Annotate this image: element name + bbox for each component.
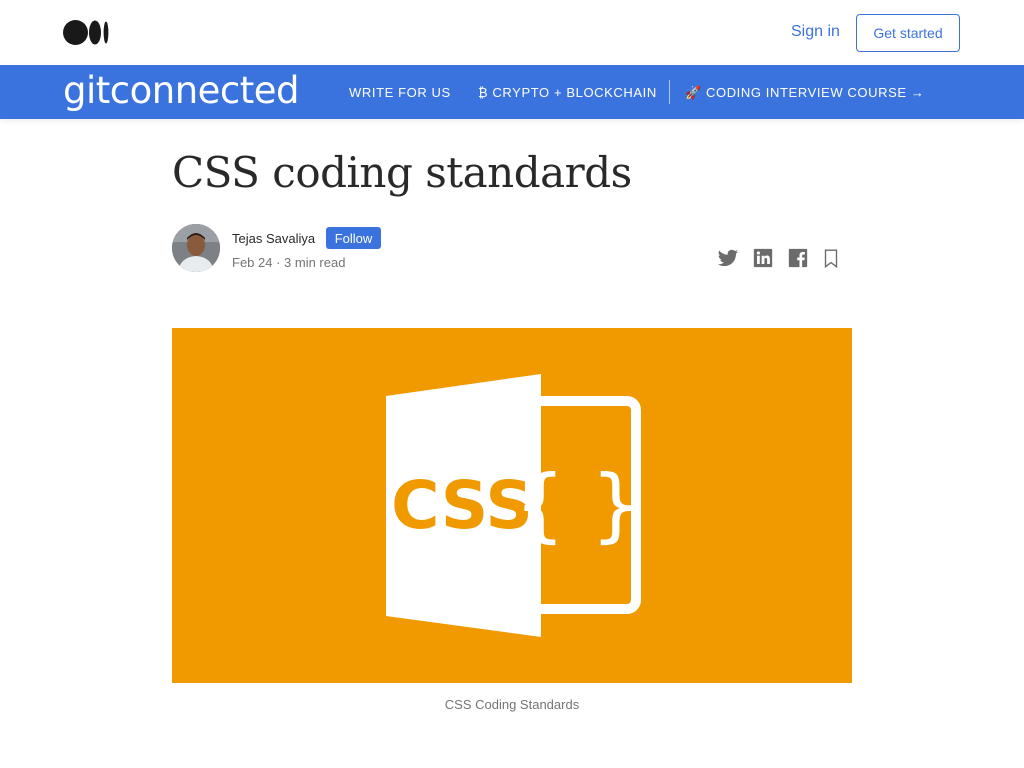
linkedin-icon[interactable] (752, 247, 774, 269)
publication-logo[interactable]: gitconnected (63, 69, 300, 112)
publication-bar: gitconnected WRITE FOR US ₿ CRYPTO + BLO… (0, 65, 1024, 119)
nav-divider (669, 80, 670, 104)
medium-logo-icon[interactable] (63, 20, 109, 45)
author-name[interactable]: Tejas Savaliya (232, 231, 315, 246)
bookmark-icon[interactable] (820, 247, 842, 269)
twitter-icon[interactable] (717, 247, 739, 269)
sign-in-link[interactable]: Sign in (791, 23, 840, 41)
article-meta: Feb 24 · 3 min read (232, 255, 346, 270)
facebook-icon[interactable] (787, 247, 809, 269)
follow-button[interactable]: Follow (326, 227, 381, 249)
hero-css-text: CSS (391, 467, 533, 544)
top-bar: Sign in Get started (0, 0, 1024, 65)
author-avatar[interactable] (172, 224, 220, 272)
hero-image: CSS { } (172, 328, 852, 683)
get-started-button[interactable]: Get started (856, 14, 960, 52)
nav-coding-interview-course[interactable]: 🚀 CODING INTERVIEW COURSE → (685, 85, 924, 101)
article-title: CSS coding standards (172, 148, 632, 197)
nav-write-for-us[interactable]: WRITE FOR US (349, 85, 451, 100)
nav-crypto-blockchain[interactable]: ₿ CRYPTO + BLOCKCHAIN (478, 85, 657, 100)
hero-braces-text: { } (514, 458, 641, 551)
hero-caption: CSS Coding Standards (444, 697, 580, 712)
